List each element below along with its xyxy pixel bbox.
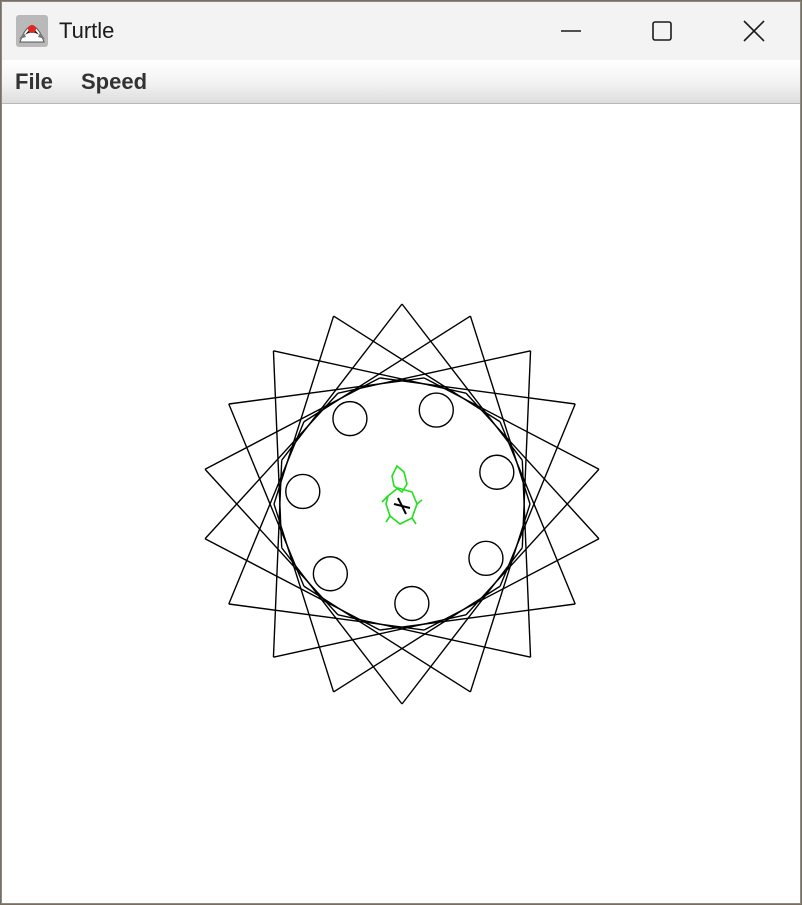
minimize-icon (561, 30, 581, 32)
star-stroke (499, 421, 576, 605)
turtle-icon (381, 464, 423, 525)
turtle-drawing (204, 303, 600, 705)
star-stroke (272, 460, 283, 658)
loop-circle (394, 585, 430, 622)
turtle-window: Turtle File Speed (1, 1, 801, 904)
star-stroke (204, 468, 339, 616)
menu-bar: File Speed (2, 60, 800, 104)
menu-speed[interactable]: Speed (79, 69, 149, 95)
star-stroke (379, 377, 576, 405)
window-title: Turtle (59, 18, 115, 43)
star-stroke (228, 403, 305, 587)
star-stroke (401, 547, 523, 705)
close-icon (743, 20, 765, 42)
menu-file[interactable]: File (13, 69, 55, 95)
loop-circle (418, 392, 454, 428)
star-stroke (521, 350, 532, 548)
star-stroke (401, 303, 523, 461)
maximize-button[interactable] (616, 2, 708, 60)
star-stroke (204, 377, 381, 470)
loop-circle (468, 540, 504, 577)
star-stroke (228, 377, 425, 405)
star-stroke (521, 460, 532, 658)
star-stroke (499, 403, 576, 587)
java-duke-icon (16, 15, 48, 47)
star-stroke (465, 468, 600, 616)
star-stroke (204, 392, 339, 540)
star-stroke (423, 538, 600, 631)
minimize-button[interactable] (525, 2, 617, 60)
star-stroke (281, 303, 403, 461)
title-bar[interactable]: Turtle (2, 2, 800, 60)
star-stroke (228, 421, 305, 605)
star-stroke (273, 503, 335, 693)
loop-circle (312, 556, 349, 592)
close-button[interactable] (708, 2, 800, 60)
star-stroke (469, 503, 531, 693)
star-stroke (423, 377, 600, 470)
drawing-canvas (2, 104, 800, 903)
maximize-icon (652, 21, 672, 41)
loop-circle (285, 473, 321, 510)
star-stroke (281, 547, 403, 705)
star-stroke (465, 392, 600, 540)
star-stroke (272, 350, 283, 548)
star-stroke (204, 538, 381, 631)
star-stroke (379, 603, 576, 631)
loop-circle (479, 454, 515, 490)
star-stroke (273, 315, 335, 505)
loop-circle (332, 400, 368, 437)
star-stroke (469, 315, 531, 505)
